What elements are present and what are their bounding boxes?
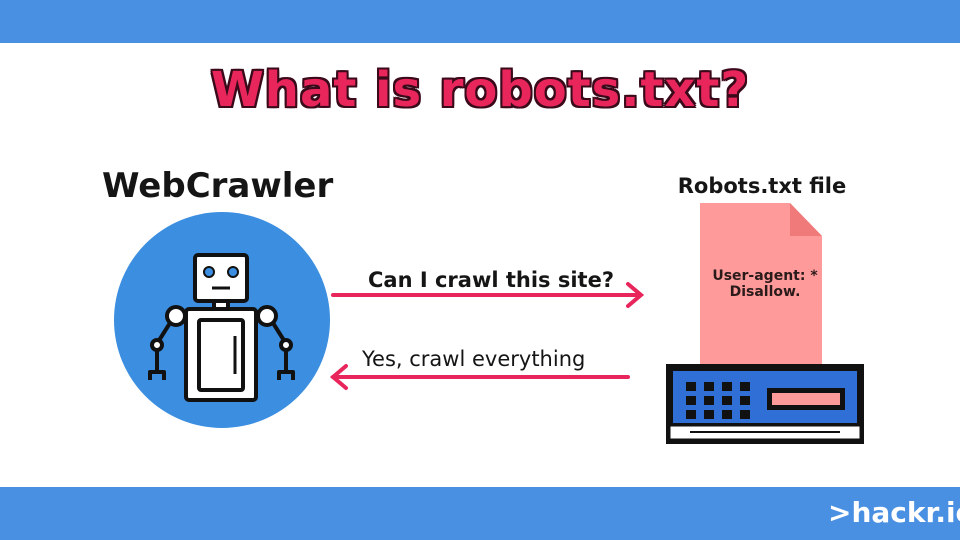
response-message: Yes, crawl everything [362,347,586,371]
file-line-disallow: Disallow. [729,284,801,300]
brand-logo: >hackr.io [828,496,960,529]
file-line-user-agent: User-agent: * [712,268,818,284]
request-message: Can I crawl this site? [368,268,615,292]
server-icon [666,364,864,444]
bottom-banner [0,487,960,540]
